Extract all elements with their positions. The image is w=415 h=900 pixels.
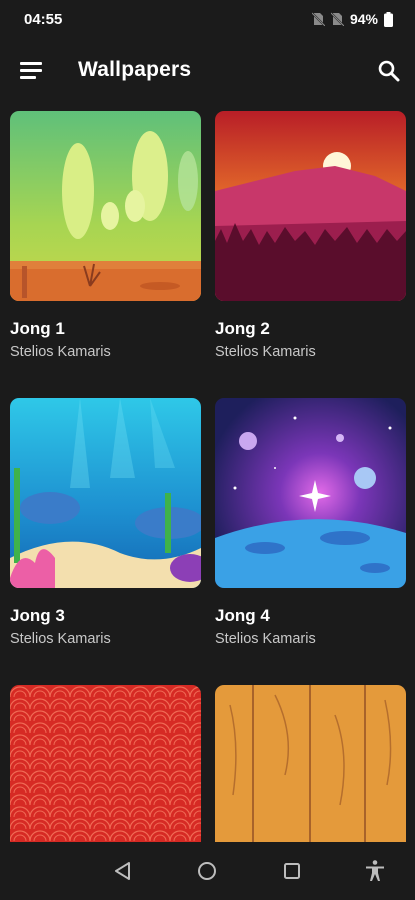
status-time: 04:55 [24, 11, 63, 28]
app-bar: Wallpapers [0, 42, 415, 100]
wallpaper-author: Stelios Kamaris [215, 631, 316, 647]
wallpaper-image [215, 398, 406, 588]
wallpaper-thumbnail[interactable] [10, 398, 201, 588]
page-title: Wallpapers [78, 58, 192, 81]
wallpaper-thumbnail[interactable] [10, 111, 201, 301]
wallpaper-author: Stelios Kamaris [10, 631, 111, 647]
battery-percent: 94% [349, 11, 378, 27]
sim-off-icon [311, 12, 325, 26]
home-circle-icon[interactable] [194, 858, 220, 884]
wallpaper-author: Stelios Kamaris [215, 344, 316, 360]
wallpaper-image [10, 398, 201, 588]
search-icon[interactable] [377, 59, 401, 83]
sim-off-icon [330, 12, 344, 26]
wallpaper-name: Jong 2 [215, 319, 270, 338]
wallpaper-author: Stelios Kamaris [10, 344, 111, 360]
wallpaper-name: Jong 1 [10, 319, 65, 338]
accessibility-icon[interactable] [362, 858, 388, 884]
wallpaper-name: Jong 3 [10, 606, 65, 625]
back-triangle-icon[interactable] [110, 858, 136, 884]
system-nav-bar [0, 842, 415, 900]
battery-icon [384, 11, 393, 27]
wallpaper-thumbnail[interactable] [215, 398, 406, 588]
wallpaper-card[interactable]: Jong 2 Stelios Kamaris [215, 111, 406, 360]
wallpaper-card[interactable]: Jong 1 Stelios Kamaris [10, 111, 201, 360]
wallpaper-image [215, 111, 406, 301]
wallpaper-name: Jong 4 [215, 606, 270, 625]
wallpaper-card[interactable]: Jong 4 Stelios Kamaris [215, 398, 406, 647]
status-icons: 94% [311, 11, 393, 27]
recents-square-icon[interactable] [279, 858, 305, 884]
menu-icon[interactable] [20, 62, 42, 80]
wallpaper-thumbnail[interactable] [215, 111, 406, 301]
status-bar: 04:55 94% [0, 0, 415, 40]
wallpaper-card[interactable]: Jong 3 Stelios Kamaris [10, 398, 201, 647]
wallpaper-image [10, 111, 201, 301]
